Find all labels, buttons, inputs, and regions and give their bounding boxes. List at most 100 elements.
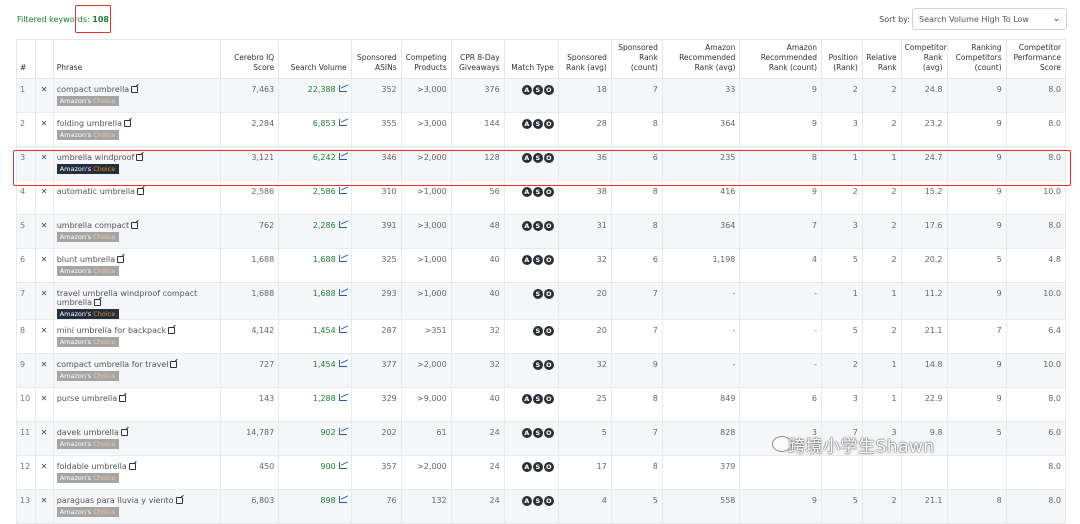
match-type-cell: ASO: [503, 180, 559, 215]
badge-choice: Choice: [93, 165, 116, 173]
trend-chart-icon[interactable]: [338, 153, 347, 160]
remove-keyword-button[interactable]: ✕: [35, 319, 54, 354]
phrase-link[interactable]: umbrella compact: [57, 221, 129, 230]
col-ranking-competitors[interactable]: Ranking Competitors (count): [946, 39, 1007, 79]
phrase-link[interactable]: umbrella windproof: [57, 153, 135, 162]
phrase-link[interactable]: davek umbrella: [57, 428, 119, 437]
trend-chart-icon[interactable]: [338, 221, 347, 228]
amazon-rec-rank-count: -: [739, 353, 823, 388]
col-sponsored-asins[interactable]: Sponsored ASINs: [350, 39, 402, 79]
col-sponsored-rank-count[interactable]: Sponsored Rank (count): [610, 39, 663, 79]
trend-chart-icon[interactable]: [338, 360, 347, 367]
col-relative-rank[interactable]: Relative Rank: [861, 39, 902, 79]
phrase-link[interactable]: compact umbrella: [57, 85, 129, 94]
external-link-icon[interactable]: [94, 299, 102, 306]
competing-products: >2,000: [400, 353, 452, 388]
competitor-performance: 6.0: [1005, 421, 1067, 456]
remove-keyword-button[interactable]: ✕: [35, 282, 54, 320]
remove-keyword-button[interactable]: ✕: [35, 214, 54, 249]
remove-keyword-button[interactable]: ✕: [35, 78, 54, 113]
trend-chart-icon[interactable]: [338, 187, 347, 194]
col-search-volume[interactable]: Search Volume: [278, 39, 352, 79]
col-competing-products[interactable]: Competing Products: [400, 39, 452, 79]
remove-keyword-button[interactable]: ✕: [35, 180, 54, 215]
remove-keyword-button[interactable]: ✕: [35, 455, 54, 490]
external-link-icon[interactable]: [175, 497, 183, 504]
remove-keyword-button[interactable]: ✕: [35, 112, 54, 147]
external-link-icon[interactable]: [168, 327, 176, 334]
search-volume-value: 1,454: [312, 326, 336, 335]
external-link-icon[interactable]: [120, 429, 128, 436]
external-link-icon[interactable]: [131, 86, 139, 93]
sponsored-rank-avg: 20: [557, 319, 612, 354]
col-cpr[interactable]: CPR 8-Day Giveaways: [450, 39, 505, 79]
col-num[interactable]: #: [15, 39, 37, 79]
sponsored-rank-count: 7: [610, 319, 663, 354]
trend-chart-icon[interactable]: [338, 255, 347, 262]
row-number: 1: [15, 78, 37, 113]
remove-keyword-button[interactable]: ✕: [35, 248, 54, 283]
remove-keyword-button[interactable]: ✕: [35, 421, 54, 456]
remove-keyword-button[interactable]: ✕: [35, 353, 54, 388]
phrase-link[interactable]: folding umbrella: [57, 119, 122, 128]
trend-chart-icon[interactable]: [338, 289, 347, 296]
external-link-icon[interactable]: [123, 120, 131, 127]
phrase-link[interactable]: foldable umbrella: [57, 462, 127, 471]
match-type-s-icon: S: [532, 428, 543, 438]
external-link-icon[interactable]: [170, 361, 178, 368]
phrase-link[interactable]: automatic umbrella: [57, 187, 135, 196]
col-amazon-rec-rank-avg[interactable]: Amazon Recommended Rank (avg): [661, 39, 741, 79]
external-link-icon[interactable]: [136, 154, 144, 161]
phrase-link[interactable]: purse umbrella: [57, 394, 117, 403]
relative-rank: 2: [861, 214, 902, 249]
trend-chart-icon[interactable]: [338, 119, 347, 126]
row-number: 9: [15, 353, 37, 388]
sponsored-rank-count: 8: [610, 180, 663, 215]
watermark: 跨境小学生Shawn: [788, 437, 935, 457]
col-cerebro[interactable]: Cerebro IQ Score: [220, 39, 280, 79]
trend-chart-icon[interactable]: [338, 496, 347, 503]
search-volume-value: 22,388: [307, 85, 336, 94]
trend-chart-icon[interactable]: [338, 428, 347, 435]
remove-keyword-button[interactable]: ✕: [35, 489, 54, 524]
trend-chart-icon[interactable]: [338, 85, 347, 92]
col-competitor-rank-avg[interactable]: Competitor Rank (avg): [900, 39, 948, 79]
sponsored-asins: 202: [350, 421, 402, 456]
search-volume-cell: 1,688: [278, 282, 352, 320]
table-row: 7 ✕ travel umbrella windproof compact umbr…: [15, 282, 1067, 320]
external-link-icon[interactable]: [137, 188, 145, 195]
amazons-choice-badge: Amazon's Choice: [56, 473, 119, 483]
col-phrase[interactable]: Phrase: [52, 39, 222, 79]
row-number: 12: [15, 455, 37, 490]
remove-keyword-button[interactable]: ✕: [35, 146, 54, 181]
phrase-link[interactable]: compact umbrella for travel: [57, 360, 169, 369]
trend-chart-icon[interactable]: [338, 394, 347, 401]
match-type-o-icon: O: [543, 119, 554, 129]
trend-chart-icon[interactable]: [338, 462, 347, 469]
external-link-icon[interactable]: [117, 256, 125, 263]
col-match-type[interactable]: Match Type: [503, 39, 559, 79]
match-type-o-icon: O: [543, 187, 554, 197]
amazon-rec-rank-count: 9: [739, 489, 823, 524]
competitor-rank-avg: 21.1: [900, 319, 948, 354]
phrase-link[interactable]: mini umbrella for backpack: [57, 326, 166, 335]
external-link-icon[interactable]: [128, 463, 136, 470]
trend-chart-icon[interactable]: [338, 326, 347, 333]
competing-products: >1,000: [400, 180, 452, 215]
remove-keyword-button[interactable]: ✕: [35, 387, 54, 422]
amazons-choice-badge: Amazon's Choice: [56, 309, 119, 319]
phrase-link[interactable]: travel umbrella windproof compact umbrel…: [57, 289, 197, 307]
col-position[interactable]: Position (Rank): [821, 39, 863, 79]
phrase-link[interactable]: paraguas para lluvia y viento: [57, 496, 174, 505]
col-sponsored-rank-avg[interactable]: Sponsored Rank (avg): [557, 39, 612, 79]
match-type-o-icon: O: [543, 428, 554, 438]
external-link-icon[interactable]: [119, 395, 127, 402]
col-competitor-perf[interactable]: Competitor Performance Score: [1005, 39, 1067, 79]
external-link-icon[interactable]: [131, 222, 139, 229]
sort-select[interactable]: Search Volume High To Low ⌄: [912, 8, 1067, 30]
phrase-link[interactable]: blunt umbrella: [57, 255, 115, 264]
toolbar: Filtered keywords: 108 Sort by: Search V…: [0, 0, 1080, 38]
match-type-a-icon: A: [521, 153, 532, 163]
match-type-s-icon: S: [532, 496, 543, 506]
col-amazon-rec-rank-count[interactable]: Amazon Recommended Rank (count): [739, 39, 823, 79]
